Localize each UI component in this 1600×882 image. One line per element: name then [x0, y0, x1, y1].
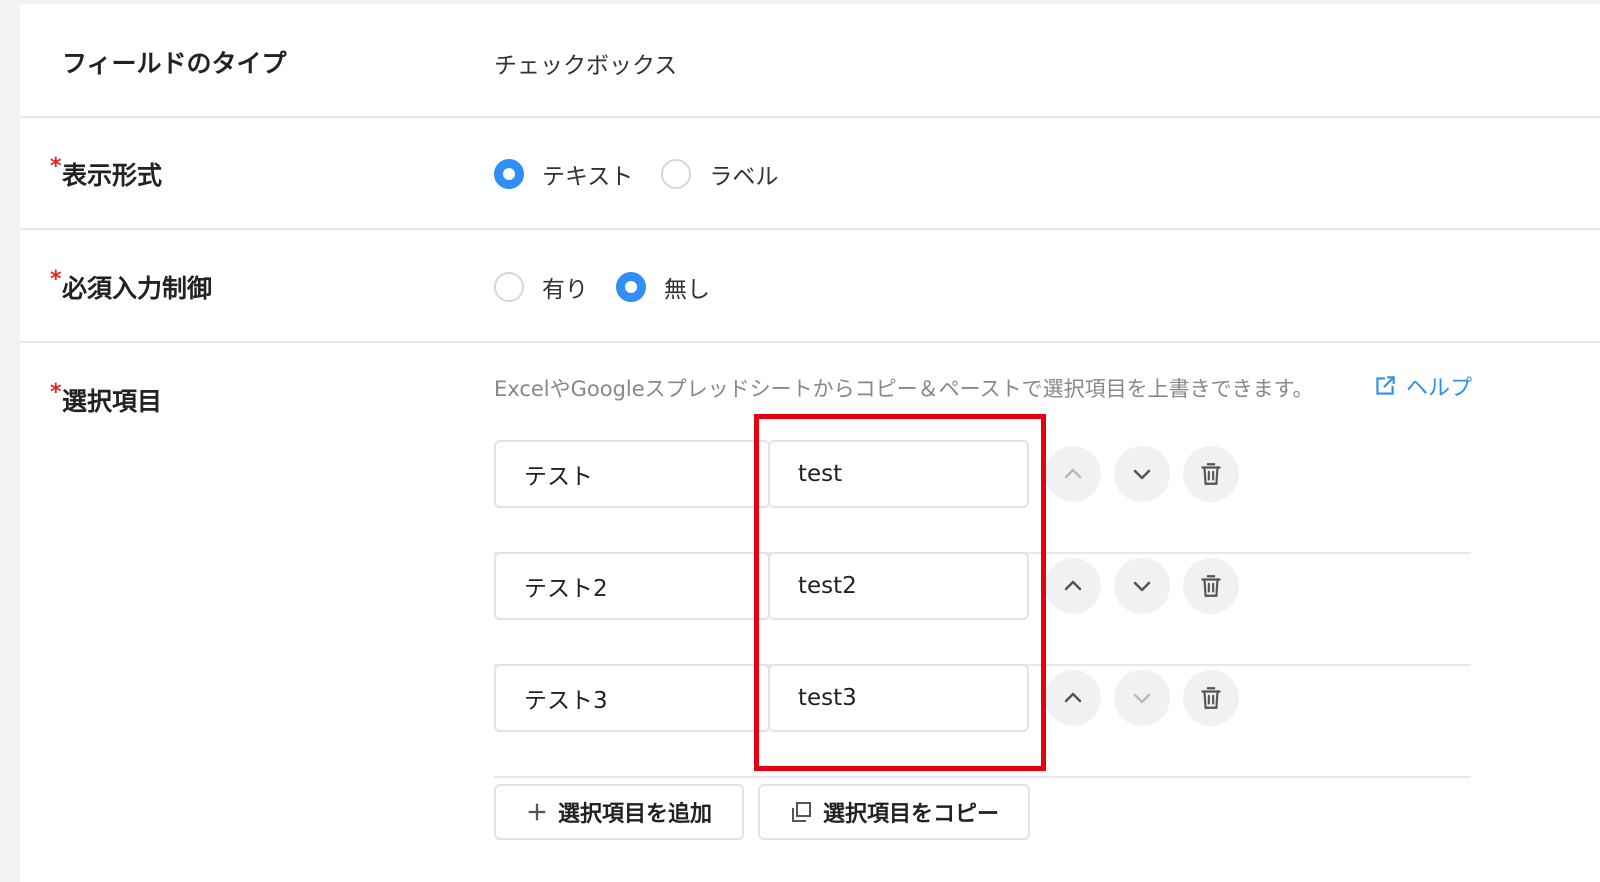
- field-type-value: チェックボックス: [494, 53, 678, 79]
- radio-label[interactable]: ラベル: [661, 157, 778, 191]
- radio-no[interactable]: 無し: [616, 270, 710, 304]
- choice-item-row: テスト test: [494, 440, 1471, 554]
- choice-item-row: テスト2 test2: [494, 552, 1471, 666]
- delete-button[interactable]: [1183, 670, 1239, 726]
- choices-label: * 選択項目: [50, 380, 163, 418]
- radio-unchecked-icon[interactable]: [494, 272, 524, 302]
- chevron-up-icon: [1064, 580, 1082, 591]
- move-up-button[interactable]: [1045, 446, 1101, 502]
- radio-text-label: テキスト: [542, 164, 634, 190]
- display-format-radio-group: テキスト ラベル: [494, 157, 806, 191]
- choice-label-input[interactable]: テスト2: [494, 552, 770, 620]
- choices-hint: ExcelやGoogleスプレッドシートからコピー＆ペーストで選択項目を上書きで…: [494, 377, 1314, 401]
- radio-yes[interactable]: 有り: [494, 270, 588, 304]
- trash-icon: [1201, 463, 1221, 485]
- radio-yes-label: 有り: [542, 277, 588, 303]
- move-up-button[interactable]: [1045, 670, 1101, 726]
- external-link-icon: [1376, 376, 1395, 395]
- choice-label-input[interactable]: テスト: [494, 440, 770, 508]
- add-choice-button[interactable]: 選択項目を追加: [494, 784, 744, 840]
- chevron-down-icon: [1133, 581, 1151, 592]
- required-control-radio-group: 有り 無し: [494, 270, 738, 304]
- field-type-row: フィールドのタイプ チェックボックス: [20, 4, 1600, 118]
- choices-label-text: 選択項目: [62, 387, 163, 416]
- move-down-button[interactable]: [1114, 558, 1170, 614]
- choice-item-row: テスト3 test3: [494, 664, 1471, 778]
- radio-no-label: 無し: [664, 277, 710, 303]
- radio-unchecked-icon[interactable]: [661, 159, 692, 189]
- required-control-row: * 必須入力制御 有り 無し: [20, 230, 1600, 343]
- chevron-up-icon: [1064, 468, 1082, 479]
- choice-value-input[interactable]: test: [768, 440, 1029, 508]
- choice-value-input[interactable]: test3: [768, 664, 1029, 732]
- settings-panel: フィールドのタイプ チェックボックス * 表示形式 テキスト ラベル * 必須入…: [20, 4, 1600, 882]
- delete-button[interactable]: [1183, 558, 1239, 614]
- move-down-button[interactable]: [1114, 670, 1170, 726]
- field-type-label: フィールドのタイプ: [62, 49, 287, 78]
- help-link[interactable]: ヘルプ: [1372, 370, 1472, 402]
- radio-checked-icon[interactable]: [616, 272, 646, 302]
- help-link-label: ヘルプ: [1406, 376, 1473, 401]
- copy-choices-label: 選択項目をコピー: [822, 802, 999, 827]
- choice-value-input[interactable]: test2: [768, 552, 1029, 620]
- move-down-button[interactable]: [1114, 446, 1170, 502]
- required-mark: *: [50, 267, 62, 292]
- trash-icon: [1201, 575, 1221, 597]
- chevron-down-icon: [1133, 693, 1151, 704]
- plus-icon: [528, 803, 546, 821]
- display-format-row: * 表示形式 テキスト ラベル: [20, 117, 1600, 230]
- chevron-down-icon: [1133, 469, 1151, 480]
- radio-text[interactable]: テキスト: [494, 157, 633, 191]
- required-mark: *: [50, 380, 62, 405]
- copy-icon: [791, 802, 811, 822]
- chevron-up-icon: [1064, 692, 1082, 703]
- required-control-label: * 必須入力制御: [50, 267, 213, 305]
- radio-label-label: ラベル: [709, 164, 779, 190]
- trash-icon: [1201, 687, 1221, 709]
- delete-button[interactable]: [1183, 446, 1239, 502]
- choice-label-input[interactable]: テスト3: [494, 664, 770, 732]
- display-format-label-text: 表示形式: [62, 161, 163, 190]
- move-up-button[interactable]: [1045, 558, 1101, 614]
- add-choice-label: 選択項目を追加: [557, 802, 712, 827]
- required-control-label-text: 必須入力制御: [62, 274, 213, 303]
- radio-checked-icon[interactable]: [494, 159, 524, 189]
- required-mark: *: [50, 154, 62, 179]
- copy-choices-button[interactable]: 選択項目をコピー: [758, 784, 1030, 840]
- display-format-label: * 表示形式: [50, 154, 163, 192]
